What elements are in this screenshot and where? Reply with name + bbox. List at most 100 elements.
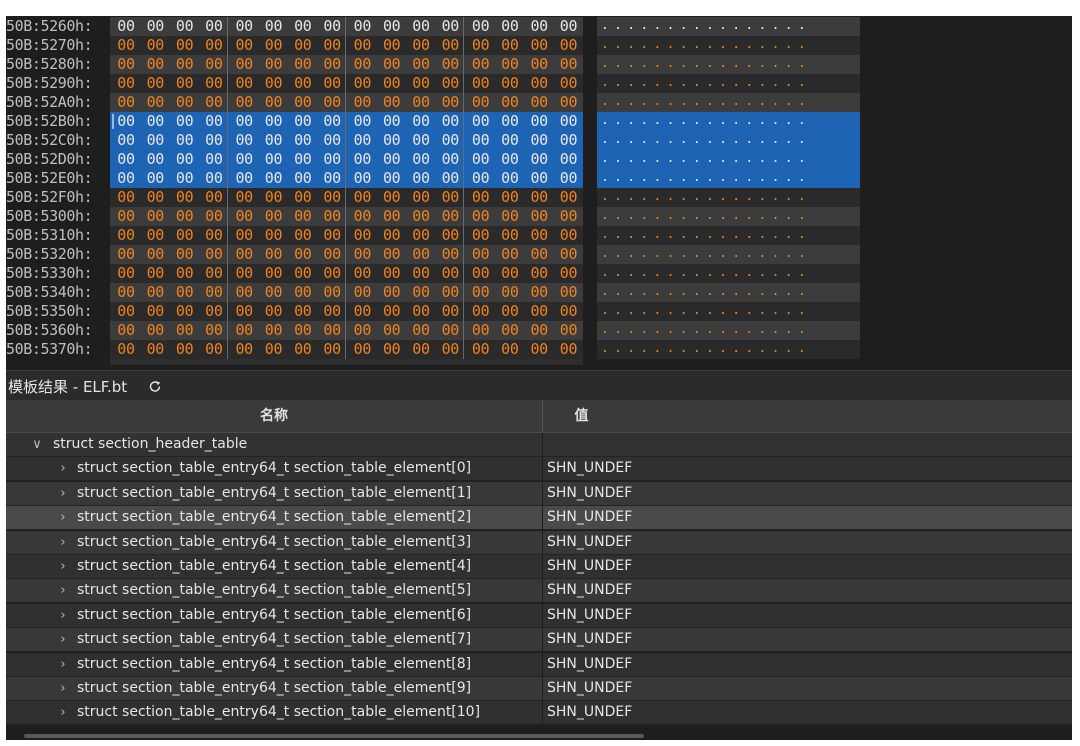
hex-byte[interactable]: 00 (498, 55, 522, 74)
hex-byte[interactable]: 00 (350, 283, 374, 302)
hex-byte[interactable]: 00 (202, 264, 226, 283)
hex-byte[interactable]: 00 (262, 207, 286, 226)
hex-byte[interactable]: 00 (202, 36, 226, 55)
hex-byte[interactable]: 00 (173, 74, 197, 93)
hex-byte[interactable]: 00 (173, 207, 197, 226)
hex-byte[interactable]: 00 (409, 207, 433, 226)
chevron-right-icon[interactable]: › (56, 653, 70, 676)
hex-byte[interactable]: 00 (320, 17, 344, 36)
hex-byte[interactable]: 00 (409, 74, 433, 93)
hex-row[interactable]: 50B:5300h: 00 00 00 00 00 00 00 00 00 00 00 00 00 00 00… (6, 207, 866, 226)
hex-bytes-selected[interactable]: 00 00 00 00 00 00 00 00 00 00 00 00 00 00 00 00 (110, 150, 583, 169)
hex-byte[interactable]: 00 (232, 283, 256, 302)
hex-bytes[interactable]: 00 00 00 00 00 00 00 00 00 00 00 00 00 00 00 00 (110, 17, 583, 36)
hex-byte[interactable]: 00 (202, 226, 226, 245)
hex-byte[interactable]: 00 (320, 302, 344, 321)
hex-byte[interactable]: 00 (409, 17, 433, 36)
hex-byte[interactable]: 00 (469, 207, 493, 226)
hex-byte[interactable]: 00 (409, 321, 433, 340)
hex-byte[interactable]: 00 (498, 131, 522, 150)
hex-byte[interactable]: 00 (380, 74, 404, 93)
hex-byte[interactable]: 00 (498, 283, 522, 302)
tree-row[interactable]: › struct section_table_entry64_t section_… (6, 603, 1072, 628)
hex-byte[interactable]: 00 (469, 283, 493, 302)
hex-bytes-selected[interactable]: 00 00 00 00 00 00 00 00 00 00 00 00 00 00 00 00 (110, 131, 583, 150)
horizontal-scrollbar-thumb[interactable] (24, 734, 644, 738)
hex-byte[interactable]: 00 (320, 283, 344, 302)
hex-byte[interactable]: 00 (173, 131, 197, 150)
hex-byte[interactable]: 00 (380, 150, 404, 169)
hex-byte[interactable]: 00 (438, 264, 462, 283)
hex-byte[interactable]: 00 (114, 17, 138, 36)
hex-byte[interactable]: 00 (527, 188, 551, 207)
hex-byte[interactable]: 00 (409, 169, 433, 188)
hex-byte[interactable]: 00 (114, 283, 138, 302)
hex-row[interactable]: 50B:5370h: 00 00 00 00 00 00 00 00 00 00 00 00 00 00 00… (6, 340, 866, 359)
hex-byte[interactable]: 00 (438, 55, 462, 74)
tree-row[interactable]: › struct section_table_entry64_t section_… (6, 701, 1072, 726)
hex-byte[interactable]: 00 (469, 93, 493, 112)
hex-byte[interactable]: 00 (498, 226, 522, 245)
hex-byte[interactable]: 00 (380, 112, 404, 131)
hex-byte[interactable]: 00 (202, 93, 226, 112)
hex-byte[interactable]: 00 (438, 302, 462, 321)
hex-byte[interactable]: 00 (291, 188, 315, 207)
tree-row[interactable]: › struct section_table_entry64_t section_… (6, 579, 1072, 604)
hex-byte[interactable]: 00 (557, 245, 581, 264)
hex-byte[interactable]: 00 (202, 207, 226, 226)
hex-byte[interactable]: 00 (527, 302, 551, 321)
hex-byte[interactable]: 00 (232, 74, 256, 93)
hex-byte[interactable]: 00 (498, 36, 522, 55)
hex-byte[interactable]: 00 (232, 150, 256, 169)
hex-byte[interactable]: 00 (173, 226, 197, 245)
hex-row[interactable]: 50B:52E0h: 00 00 00 00 00 00 00 00 00 00 00 00 00 00 00… (6, 169, 866, 188)
hex-byte[interactable]: 00 (202, 112, 226, 131)
hex-byte[interactable]: 00 (350, 207, 374, 226)
hex-byte[interactable]: 00 (202, 150, 226, 169)
hex-byte[interactable]: 00 (173, 283, 197, 302)
hex-byte[interactable]: 00 (202, 283, 226, 302)
hex-byte[interactable]: 00 (262, 188, 286, 207)
hex-row[interactable]: 50B:5260h: 00 00 00 00 00 00 00 00 00 00 00 00 00 00 00… (6, 17, 866, 36)
hex-byte[interactable]: 00 (469, 36, 493, 55)
hex-byte[interactable]: 00 (469, 150, 493, 169)
hex-byte[interactable]: 00 (232, 226, 256, 245)
hex-byte[interactable]: 00 (262, 74, 286, 93)
hex-ascii[interactable]: ................ (597, 340, 860, 359)
hex-byte[interactable]: 00 (527, 112, 551, 131)
hex-byte[interactable]: 00 (202, 188, 226, 207)
hex-byte[interactable]: 00 (291, 340, 315, 359)
hex-byte[interactable]: 00 (291, 112, 315, 131)
hex-byte[interactable]: 00 (320, 264, 344, 283)
hex-bytes[interactable]: 00 00 00 00 00 00 00 00 00 00 00 00 00 00 00 00 (110, 36, 583, 55)
hex-byte[interactable]: 00 (380, 226, 404, 245)
hex-byte[interactable]: 00 (262, 283, 286, 302)
hex-byte[interactable]: 00 (438, 207, 462, 226)
hex-byte[interactable]: 00 (350, 150, 374, 169)
hex-byte[interactable]: 00 (173, 321, 197, 340)
hex-byte[interactable]: 00 (232, 302, 256, 321)
hex-byte[interactable]: 00 (291, 93, 315, 112)
hex-row[interactable]: 50B:52F0h: 00 00 00 00 00 00 00 00 00 00 00 00 00 00 00… (6, 188, 866, 207)
hex-byte[interactable]: 00 (557, 74, 581, 93)
hex-byte[interactable]: 00 (527, 131, 551, 150)
tree-row[interactable]: › struct section_table_entry64_t section_… (6, 506, 1072, 531)
hex-byte[interactable]: 00 (173, 188, 197, 207)
tree-row[interactable]: › struct section_table_entry64_t section_… (6, 652, 1072, 677)
hex-byte[interactable]: 00 (143, 169, 167, 188)
hex-row[interactable]: 50B:5290h: 00 00 00 00 00 00 00 00 00 00 00 00 00 00 00… (6, 74, 866, 93)
hex-byte[interactable]: 00 (262, 245, 286, 264)
hex-byte[interactable]: 00 (143, 131, 167, 150)
hex-byte[interactable]: 00 (380, 207, 404, 226)
hex-byte[interactable]: 00 (557, 207, 581, 226)
hex-ascii[interactable]: ................ (597, 74, 860, 93)
hex-byte[interactable]: 00 (291, 17, 315, 36)
hex-byte[interactable]: 00 (527, 321, 551, 340)
hex-byte[interactable]: 00 (498, 93, 522, 112)
hex-byte[interactable]: 00 (498, 340, 522, 359)
hex-byte[interactable]: 00 (232, 169, 256, 188)
hex-byte[interactable]: 00 (469, 17, 493, 36)
hex-byte[interactable]: 00 (114, 226, 138, 245)
hex-byte[interactable]: 00 (557, 340, 581, 359)
hex-row[interactable]: 50B:52C0h: 00 00 00 00 00 00 00 00 00 00 00 00 00 00 00… (6, 131, 866, 150)
